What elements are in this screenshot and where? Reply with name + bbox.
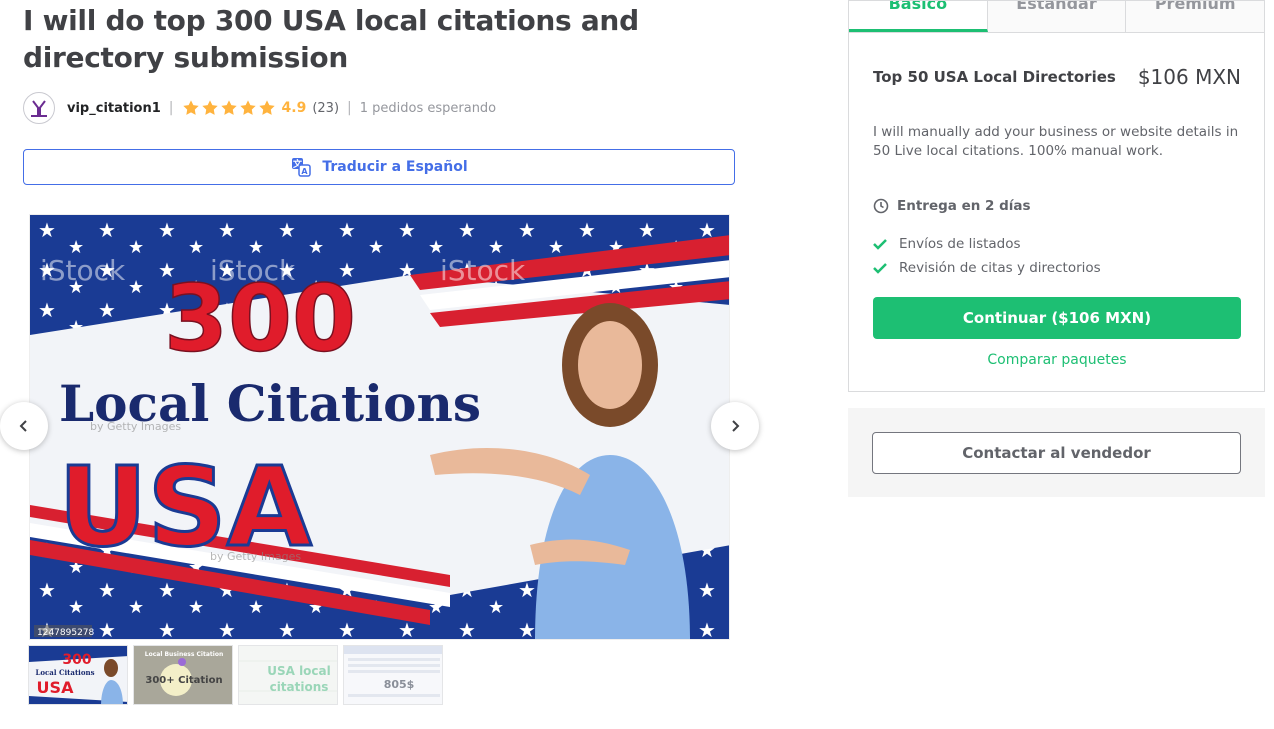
gallery-thumbnail[interactable]: 300 Local Citations USA: [28, 645, 128, 705]
gig-title: I will do top 300 USA local citations an…: [23, 4, 639, 74]
svg-text:Local Business Citation: Local Business Citation: [145, 651, 223, 658]
compare-packages-link[interactable]: Comparar paquetes: [873, 352, 1241, 368]
feature-label: Revisión de citas y directorios: [899, 260, 1101, 276]
star-icon: [239, 100, 256, 115]
star-icon: [182, 100, 199, 115]
svg-text:300+ Citation: 300+ Citation: [145, 675, 222, 686]
translate-button[interactable]: 文 A Traducir a Español: [23, 149, 735, 185]
watermark-text: iStock: [440, 254, 526, 287]
feature-item: Envíos de listados: [873, 232, 1101, 256]
delivery-label: Entrega en 2 días: [897, 198, 1031, 214]
rating-stars: [182, 99, 276, 117]
svg-text:Local Citations: Local Citations: [35, 668, 94, 677]
watermark-subtext: by Getty Images: [210, 550, 301, 563]
svg-text:805$: 805$: [384, 678, 415, 691]
tab-basic[interactable]: Básico: [849, 1, 988, 32]
gallery-thumbnail[interactable]: 805$: [343, 645, 443, 705]
checkmark-icon: [873, 263, 887, 274]
feature-item: Revisión de citas y directorios: [873, 256, 1101, 280]
package-header: Top 50 USA Local Directories $106 MXN: [873, 65, 1241, 89]
package-panel: Básico Estándar Premium Top 50 USA Local…: [848, 0, 1265, 392]
orders-queue: 1 pedidos esperando: [359, 100, 497, 116]
star-icon: [201, 100, 218, 115]
package-tabs: Básico Estándar Premium: [849, 1, 1265, 33]
tab-standard[interactable]: Estándar: [987, 1, 1127, 32]
gallery-prev-button[interactable]: [0, 402, 48, 450]
package-name: Top 50 USA Local Directories: [873, 68, 1116, 86]
star-icon: [258, 100, 275, 115]
chevron-left-icon: [19, 420, 27, 432]
watermark-text: iStock: [40, 254, 126, 287]
package-description: I will manually add your business or web…: [873, 124, 1239, 159]
svg-text:A: A: [302, 167, 309, 176]
stock-id: 1247895278: [37, 628, 95, 638]
gallery-thumbnail[interactable]: USA local citations: [238, 645, 338, 705]
star-icon: [220, 100, 237, 115]
feature-label: Envíos de listados: [899, 236, 1021, 252]
rating-score: 4.9: [281, 100, 307, 116]
watermark-text: iStock: [210, 254, 296, 287]
watermark-subtext: by Getty Images: [90, 420, 181, 433]
seller-name-link[interactable]: vip_citation1: [67, 101, 161, 116]
seller-avatar[interactable]: [23, 92, 55, 124]
contact-seller-button[interactable]: Contactar al vendedor: [872, 432, 1241, 474]
gig-gallery-main-image[interactable]: ★ ★ 300 Local Citations USA iStock iStoc…: [29, 214, 730, 640]
svg-text:USA local: USA local: [267, 664, 331, 678]
checkmark-icon: [873, 239, 887, 250]
translate-label: Traducir a Español: [322, 159, 468, 175]
contact-seller-section: Contactar al vendedor: [848, 408, 1265, 497]
tab-premium[interactable]: Premium: [1126, 1, 1265, 32]
gallery-image: ★ ★ 300 Local Citations USA iStock iStoc…: [30, 215, 729, 639]
svg-text:USA: USA: [37, 678, 75, 697]
gallery-thumbnails: 300 Local Citations USA Local Business C…: [28, 645, 443, 705]
continue-button[interactable]: Continuar ($106 MXN): [873, 297, 1241, 339]
review-count-link[interactable]: (23): [312, 101, 339, 116]
divider: |: [347, 100, 352, 116]
package-features: Envíos de listados Revisión de citas y d…: [873, 232, 1101, 280]
gallery-next-button[interactable]: [711, 402, 759, 450]
translate-icon: 文 A: [292, 158, 312, 177]
chevron-right-icon: [732, 420, 740, 432]
divider: |: [168, 100, 174, 116]
seller-overview: vip_citation1 | 4.9 (23) | 1 pedidos esp…: [23, 92, 496, 124]
svg-text:citations: citations: [270, 680, 329, 694]
clock-icon: [873, 198, 889, 214]
delivery-time: Entrega en 2 días: [873, 198, 1031, 214]
package-price: $106 MXN: [1137, 65, 1241, 89]
gallery-thumbnail[interactable]: Local Business Citation 300+ Citation: [133, 645, 233, 705]
svg-text:300: 300: [62, 652, 91, 668]
